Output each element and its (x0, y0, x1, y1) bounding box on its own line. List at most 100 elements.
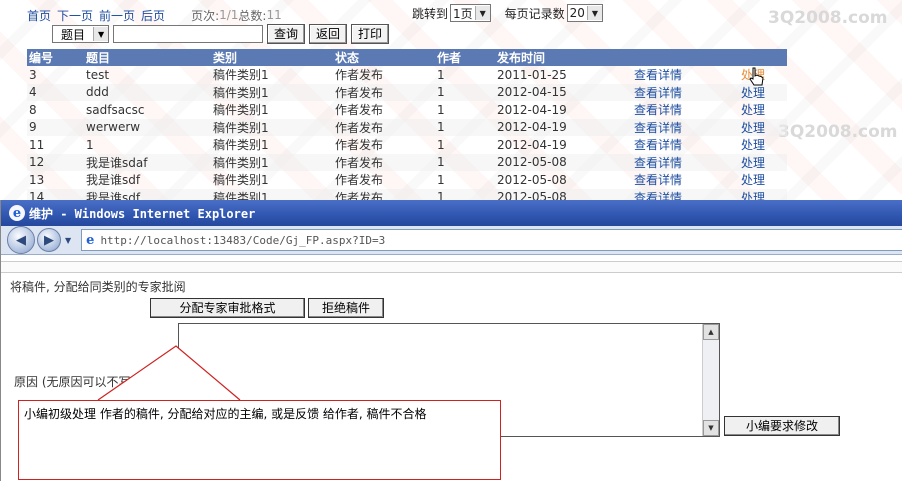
hand-cursor-icon (749, 67, 764, 86)
address-bar[interactable]: e http://localhost:13483/Code/Gj_FP.aspx… (81, 229, 902, 251)
col-header-date: 发布时间 (495, 49, 632, 66)
process-link[interactable]: 处理 (741, 121, 765, 135)
cell-author: 1 (435, 153, 495, 171)
cell-status: 作者发布 (333, 153, 435, 171)
view-details-link[interactable]: 查看详情 (634, 86, 682, 100)
ie-logo-icon: e (9, 205, 25, 221)
table-row: 12 我是谁sdaf 稿件类别1 作者发布 1 2012-05-08 查看详情 … (27, 153, 787, 171)
cell-author: 1 (437, 137, 445, 152)
cell-date: 2012-04-15 (495, 83, 632, 101)
process-link[interactable]: 处理 (741, 173, 765, 187)
cell-status: 作者发布 (335, 173, 384, 188)
cell-title: sadfsacsc (86, 102, 145, 117)
back-button[interactable]: 返回 (309, 24, 348, 44)
total-value: 11 (266, 8, 282, 22)
window-title-bar: e 维护 - Windows Internet Explorer (1, 200, 902, 226)
cell-status: 作者发布 (335, 138, 384, 153)
pager: 首页 下一页 前一页 后页 页次: 1/1 总数: 11 (27, 6, 282, 24)
col-header-author: 作者 (435, 49, 495, 66)
reject-button[interactable]: 拒绝稿件 (308, 298, 384, 318)
col-header-title: 题目 (84, 49, 211, 66)
view-details-link[interactable]: 查看详情 (634, 68, 682, 82)
per-page-select[interactable]: 20 ▼ (566, 4, 603, 22)
process-link[interactable]: 处理 (741, 138, 765, 152)
window-title: 维护 - Windows Internet Explorer (29, 206, 256, 221)
cell-date: 2012-05-08 (495, 153, 632, 171)
table-row: 3 test 稿件类别1 作者发布 1 2011-01-25 查看详情 处理 (27, 66, 787, 84)
cell-title: 我是谁sdf (86, 173, 141, 188)
query-button[interactable]: 查询 (267, 24, 306, 44)
address-url: http://localhost:13483/Code/Gj_FP.aspx?I… (100, 233, 386, 247)
cell-author: 1 (437, 102, 445, 117)
jump-label: 跳转到 (412, 6, 449, 21)
textarea-scrollbar[interactable]: ▲ ▼ (702, 324, 719, 436)
search-field-select[interactable]: 题目 ▼ (52, 25, 110, 43)
dropdown-arrow-icon: ▼ (586, 6, 602, 20)
cell-date: 2012-05-08 (497, 172, 567, 187)
watermark-text: 3Q2008.com (768, 8, 888, 28)
cell-title: ddd (84, 83, 211, 101)
callout-pointer (97, 345, 241, 401)
view-details-link[interactable]: 查看详情 (634, 103, 682, 117)
request-edit-button[interactable]: 小编要求修改 (724, 416, 840, 436)
process-link[interactable]: 处理 (741, 156, 765, 170)
prev-page-link[interactable]: 前一页 (99, 7, 135, 24)
cell-id: 13 (29, 172, 45, 187)
cell-type: 稿件类别1 (211, 153, 333, 171)
table-row: 8 sadfsacsc 稿件类别1 作者发布 1 2012-04-19 查看详情… (27, 101, 787, 119)
cell-id: 11 (29, 137, 45, 152)
cell-title: test (86, 67, 110, 82)
jump-controls: 跳转到 1页 ▼ 每页记录数 20 ▼ (412, 4, 603, 22)
search-input[interactable] (113, 25, 264, 43)
table-row: 11 1 稿件类别1 作者发布 1 2012-04-19 查看详情 处理 (27, 136, 787, 154)
cell-date: 2012-04-19 (497, 102, 567, 117)
col-header-status: 状态 (333, 49, 435, 66)
col-header-type: 类别 (211, 49, 333, 66)
forward-arrow-icon[interactable]: ▶ (37, 228, 61, 252)
col-header-action (739, 49, 787, 66)
dropdown-arrow-icon: ▼ (474, 6, 490, 20)
cell-id: 9 (27, 118, 84, 136)
process-link[interactable]: 处理 (741, 86, 765, 100)
last-page-link[interactable]: 后页 (141, 7, 165, 24)
cell-status: 作者发布 (335, 103, 384, 118)
scroll-down-icon[interactable]: ▼ (703, 420, 719, 436)
watermark-text: 3Q2008.com (778, 122, 898, 142)
table-row: 4 ddd 稿件类别1 作者发布 1 2012-04-15 查看详情 处理 (27, 83, 787, 101)
cell-type: 稿件类别1 (213, 138, 269, 153)
back-arrow-icon[interactable]: ◀ (7, 226, 35, 254)
cell-status: 作者发布 (335, 68, 384, 83)
table-header-row: 编号 题目 类别 状态 作者 发布时间 (27, 49, 787, 66)
navigation-bar: ◀ ▶ ▼ e http://localhost:13483/Code/Gj_F… (1, 226, 902, 255)
cell-date: 2012-04-19 (495, 118, 632, 136)
view-details-link[interactable]: 查看详情 (634, 173, 682, 187)
cell-type: 稿件类别1 (213, 173, 269, 188)
dropdown-arrow-icon: ▼ (93, 27, 109, 41)
view-details-link[interactable]: 查看详情 (634, 156, 682, 170)
cell-author: 1 (435, 83, 495, 101)
page-value: 1/1 (219, 8, 239, 22)
view-details-link[interactable]: 查看详情 (634, 121, 682, 135)
assign-expert-button[interactable]: 分配专家审批格式 (150, 298, 305, 318)
cell-id: 4 (27, 83, 84, 101)
next-page-link[interactable]: 下一页 (57, 7, 93, 24)
view-details-link[interactable]: 查看详情 (634, 138, 682, 152)
cell-type: 稿件类别1 (213, 68, 269, 83)
cell-type: 稿件类别1 (211, 118, 333, 136)
page-select[interactable]: 1页 ▼ (450, 4, 491, 22)
history-dropdown-icon[interactable]: ▼ (65, 236, 71, 245)
cell-id: 8 (29, 102, 37, 117)
manuscript-table: 编号 题目 类别 状态 作者 发布时间 3 test 稿件类别1 作者发布 1 … (27, 49, 787, 206)
search-row: 题目 ▼ 查询 返回 打印 (52, 24, 390, 44)
scroll-up-icon[interactable]: ▲ (703, 324, 719, 340)
first-page-link[interactable]: 首页 (27, 7, 51, 24)
cell-title: werwerw (84, 118, 211, 136)
cell-id: 3 (29, 67, 37, 82)
print-button[interactable]: 打印 (351, 24, 390, 44)
process-link[interactable]: 处理 (741, 103, 765, 117)
annotation-text: 小编初级处理 作者的稿件, 分配给对应的主编, 或是反馈 给作者, 稿件不合格 (24, 407, 427, 421)
cell-title: 1 (86, 137, 94, 152)
col-header-id: 编号 (27, 49, 84, 66)
cell-author: 1 (437, 67, 445, 82)
cell-date: 2012-04-19 (497, 137, 567, 152)
